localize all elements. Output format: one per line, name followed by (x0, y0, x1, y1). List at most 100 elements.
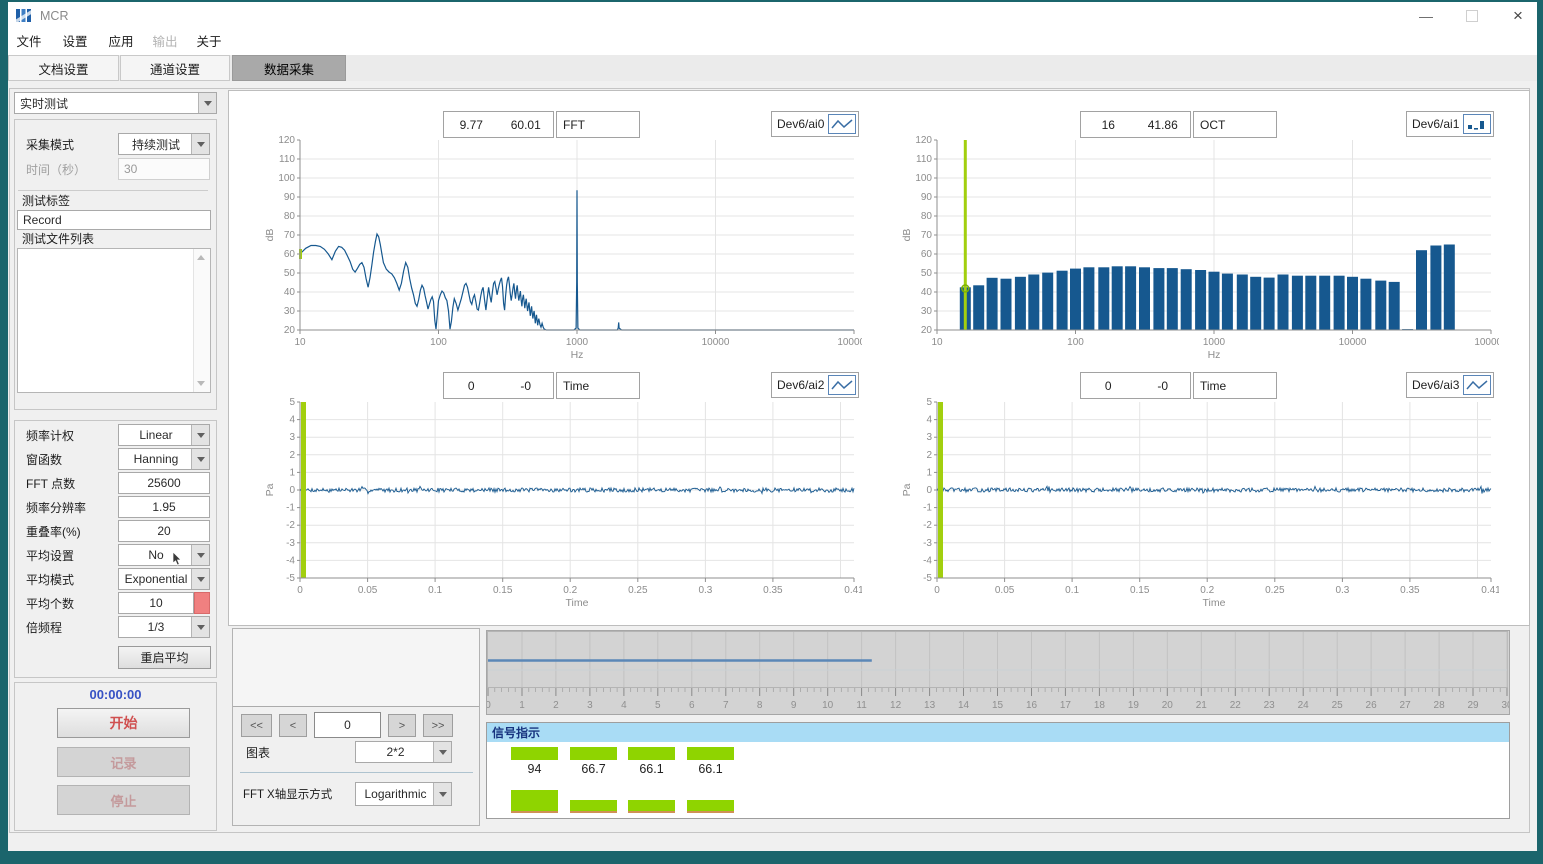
svg-text:0.25: 0.25 (628, 585, 648, 596)
octave-select[interactable]: 1/3 (118, 616, 210, 638)
tab-data-acquisition[interactable]: 数据采集 (232, 55, 346, 81)
menu-application[interactable]: 应用 (104, 30, 138, 55)
restart-average-button[interactable]: 重启平均 (118, 646, 211, 669)
svg-text:3: 3 (926, 432, 932, 443)
acq-mode-select[interactable]: 持续测试 (118, 133, 210, 155)
time-chart-ai2[interactable]: 00.050.10.150.20.250.30.350.41-5-4-3-2-1… (262, 394, 862, 620)
overlap-input[interactable]: 20 (118, 520, 210, 542)
scroll-up-icon[interactable] (197, 255, 205, 260)
cursor-x-value: 9.77 (444, 118, 499, 132)
tab-channel-settings[interactable]: 通道设置 (120, 55, 230, 81)
minimize-button[interactable]: — (1408, 6, 1444, 26)
octave-chart[interactable]: 1010010001000010000020304050607080901001… (899, 133, 1499, 361)
avg-setting-select[interactable]: No (118, 544, 210, 566)
chevron-down-icon[interactable] (191, 545, 209, 565)
svg-text:4: 4 (621, 700, 627, 711)
svg-text:30: 30 (284, 306, 296, 317)
svg-text:2: 2 (926, 450, 932, 461)
svg-text:20: 20 (921, 325, 933, 336)
chevron-down-icon[interactable] (191, 425, 209, 445)
svg-text:10: 10 (294, 337, 306, 348)
elapsed-timer: 00:00:00 (14, 687, 217, 702)
svg-text:-5: -5 (923, 573, 932, 584)
nav-next-button[interactable]: > (388, 714, 416, 737)
svg-text:8: 8 (757, 700, 763, 711)
svg-text:12: 12 (890, 700, 902, 711)
chart-layout-select[interactable]: 2*2 (355, 741, 452, 763)
svg-text:100: 100 (430, 337, 447, 348)
signal-active-bar (687, 747, 734, 760)
listbox-scrollbar[interactable] (193, 249, 210, 392)
signal-active-bar (570, 747, 617, 760)
record-button: 记录 (57, 747, 190, 777)
overlap-label: 重叠率(%) (26, 523, 81, 541)
svg-text:0: 0 (289, 485, 295, 496)
svg-text:110: 110 (279, 154, 295, 165)
chevron-down-icon[interactable] (191, 134, 209, 154)
maximize-button[interactable] (1454, 6, 1490, 26)
cursor-x-value: 0 (444, 379, 499, 393)
svg-text:1000: 1000 (1203, 337, 1226, 348)
nav-first-button[interactable]: << (241, 714, 272, 737)
fft-xaxis-mode-select[interactable]: Logarithmic (355, 782, 452, 806)
svg-text:3: 3 (289, 432, 295, 443)
svg-text:0.25: 0.25 (1265, 585, 1285, 596)
svg-text:Hz: Hz (571, 349, 584, 361)
chevron-down-icon[interactable] (191, 569, 209, 589)
menu-settings[interactable]: 设置 (58, 30, 92, 55)
freq-resolution-input[interactable]: 1.95 (118, 496, 210, 518)
page-number-input[interactable]: 0 (314, 712, 381, 738)
menu-about[interactable]: 关于 (192, 30, 226, 55)
avg-count-input[interactable]: 10 (118, 592, 194, 614)
window-func-select[interactable]: Hanning (118, 448, 210, 470)
chart-layout-label: 图表 (246, 744, 270, 762)
svg-text:90: 90 (284, 192, 296, 203)
svg-text:80: 80 (921, 211, 933, 222)
test-mode-select[interactable]: 实时测试 (14, 92, 217, 114)
mouse-cursor (172, 552, 184, 567)
signal-active-bar (628, 747, 675, 760)
svg-text:120: 120 (915, 135, 932, 146)
chevron-down-icon[interactable] (433, 783, 451, 805)
signal-level-value: 94 (505, 762, 564, 776)
svg-text:-2: -2 (286, 520, 295, 531)
fft-points-input[interactable]: 25600 (118, 472, 210, 494)
freq-weighting-select[interactable]: Linear (118, 424, 210, 446)
svg-text:2: 2 (289, 450, 295, 461)
separator (240, 772, 473, 773)
svg-text:70: 70 (284, 230, 296, 241)
avg-count-status-flag (194, 592, 210, 614)
test-tag-input[interactable]: Record (17, 210, 211, 230)
start-button[interactable]: 开始 (57, 708, 190, 738)
svg-text:0.2: 0.2 (563, 585, 577, 596)
menu-file[interactable]: 文件 (12, 30, 46, 55)
svg-text:100000: 100000 (1474, 337, 1499, 348)
signal-level-meter (570, 800, 617, 811)
nav-prev-button[interactable]: < (279, 714, 307, 737)
test-file-listbox[interactable] (17, 248, 211, 393)
svg-text:0.1: 0.1 (1065, 585, 1079, 596)
svg-text:-3: -3 (923, 538, 932, 549)
svg-text:110: 110 (916, 154, 932, 165)
svg-text:1: 1 (926, 467, 932, 478)
svg-text:30: 30 (921, 306, 933, 317)
avg-mode-select[interactable]: Exponential (118, 568, 210, 590)
svg-text:0.3: 0.3 (1335, 585, 1349, 596)
svg-text:-4: -4 (923, 555, 932, 566)
svg-text:19: 19 (1128, 700, 1140, 711)
chevron-down-icon[interactable] (433, 742, 451, 762)
record-timeline[interactable]: 0123456789101112131415161718192021222324… (486, 630, 1510, 715)
scroll-down-icon[interactable] (197, 381, 205, 386)
close-button[interactable]: × (1500, 4, 1536, 28)
chevron-down-icon[interactable] (198, 93, 216, 113)
svg-text:-5: -5 (286, 573, 295, 584)
bar-chart-icon (1463, 114, 1491, 134)
svg-text:3: 3 (587, 700, 593, 711)
chevron-down-icon[interactable] (191, 449, 209, 469)
tab-document-settings[interactable]: 文档设置 (8, 55, 119, 81)
fft-chart[interactable]: 1010010001000010000020304050607080901001… (262, 133, 862, 361)
nav-last-button[interactable]: >> (423, 714, 453, 737)
chevron-down-icon[interactable] (191, 617, 209, 637)
signal-level-meter (511, 790, 558, 811)
time-chart-ai3[interactable]: 00.050.10.150.20.250.30.350.41-5-4-3-2-1… (899, 394, 1499, 620)
